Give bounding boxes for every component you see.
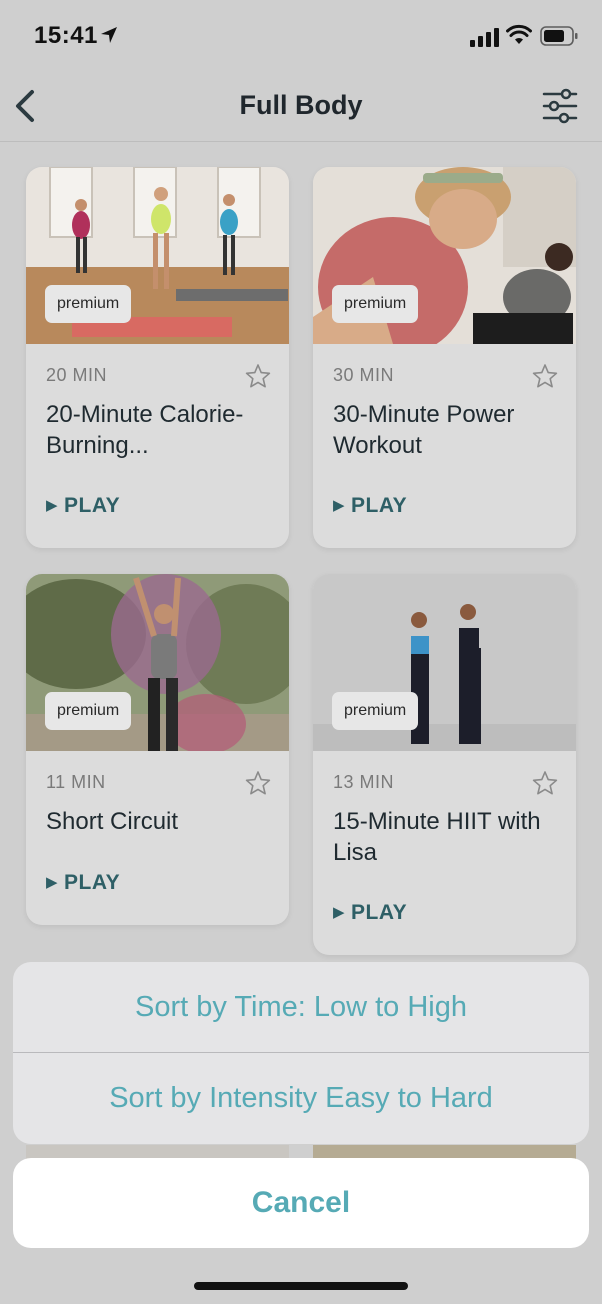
play-label: PLAY <box>64 494 121 517</box>
card-title: 30-Minute Power Workout <box>333 401 515 459</box>
card-title: 15-Minute HIIT with Lisa <box>333 808 541 866</box>
star-icon[interactable] <box>532 363 558 389</box>
premium-badge: premium <box>332 285 419 323</box>
location-arrow-icon <box>101 27 117 43</box>
filter-sliders-icon[interactable] <box>540 86 580 126</box>
star-icon[interactable] <box>245 363 271 389</box>
wifi-icon <box>506 24 532 44</box>
play-button[interactable]: ▶ PLAY <box>46 871 120 895</box>
play-label: PLAY <box>351 494 408 517</box>
nav-bar: Full Body <box>0 72 602 142</box>
star-icon[interactable] <box>532 770 558 796</box>
sort-by-intensity-option[interactable]: Sort by Intensity Easy to Hard <box>13 1053 589 1144</box>
premium-badge: premium <box>45 692 132 730</box>
play-label: PLAY <box>351 901 408 924</box>
play-icon: ▶ <box>333 904 346 921</box>
star-icon[interactable] <box>245 770 271 796</box>
card-duration: 20 MIN <box>46 365 108 385</box>
play-button[interactable]: ▶ PLAY <box>333 494 407 518</box>
play-label: PLAY <box>64 871 121 894</box>
play-button[interactable]: ▶ PLAY <box>46 494 120 518</box>
card-duration: 13 MIN <box>333 772 395 792</box>
card-title: 20-Minute Calorie-Burning... <box>46 401 244 459</box>
status-bar: 15:41 <box>0 0 602 72</box>
workout-card[interactable]: premium 13 MIN 15-Minute HIIT with Lisa … <box>313 574 576 955</box>
battery-icon <box>540 26 578 46</box>
card-duration: 11 MIN <box>46 772 106 792</box>
card-title: Short Circuit <box>46 808 179 835</box>
sort-by-time-option[interactable]: Sort by Time: Low to High <box>13 962 589 1053</box>
play-icon: ▶ <box>333 497 346 514</box>
home-indicator <box>194 1282 408 1290</box>
play-icon: ▶ <box>46 497 59 514</box>
premium-badge: premium <box>45 285 132 323</box>
play-icon: ▶ <box>46 874 59 891</box>
workout-card[interactable]: premium 20 MIN 20-Minute Calorie-Burning… <box>26 167 289 548</box>
workout-card[interactable]: premium 30 MIN 30-Minute Power Workout ▶… <box>313 167 576 548</box>
workout-card[interactable]: premium 11 MIN Short Circuit ▶ PLAY <box>26 574 289 925</box>
cancel-button[interactable]: Cancel <box>13 1158 589 1248</box>
premium-badge: premium <box>332 692 419 730</box>
sort-action-sheet: Sort by Time: Low to High Sort by Intens… <box>13 962 589 1144</box>
card-duration: 30 MIN <box>333 365 395 385</box>
status-time: 15:41 <box>34 22 98 49</box>
play-button[interactable]: ▶ PLAY <box>333 901 407 925</box>
page-title: Full Body <box>239 90 363 120</box>
signal-icon <box>470 28 499 47</box>
